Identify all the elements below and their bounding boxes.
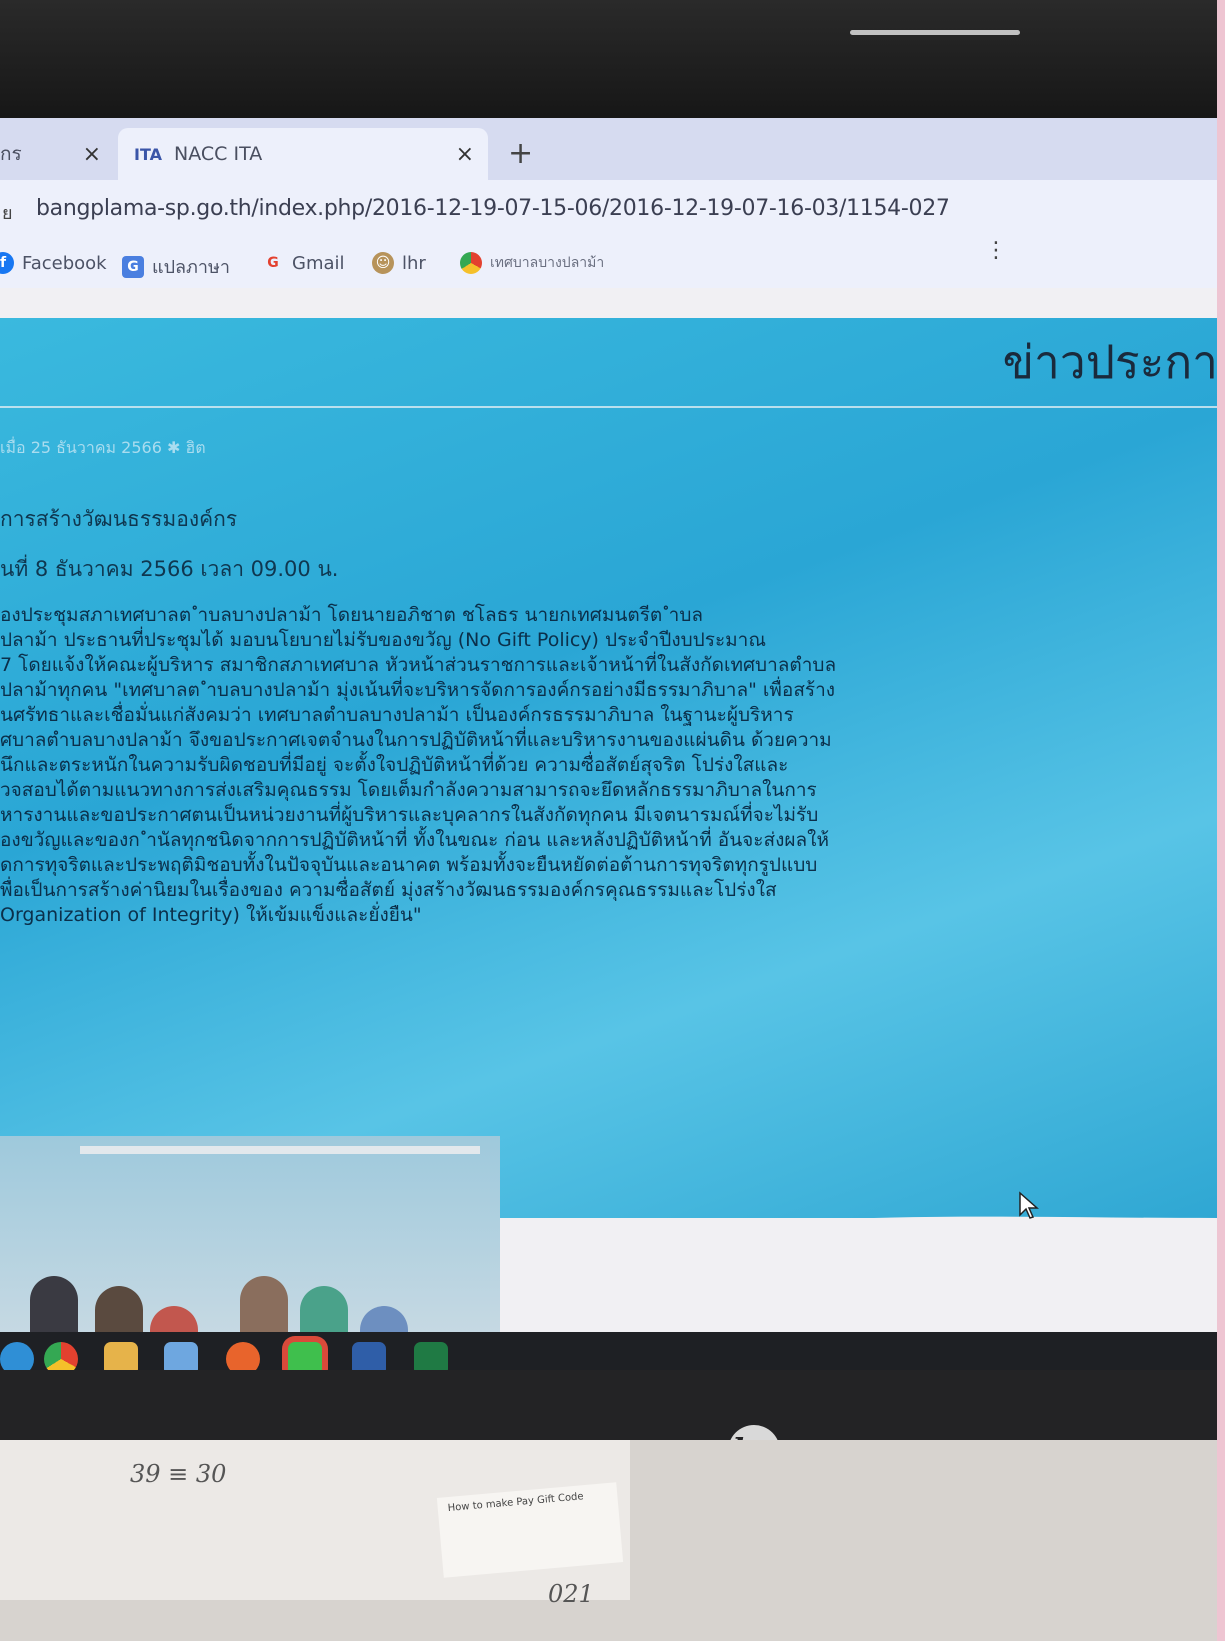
body-line: หารงานและขอประกาศตนเป็นหน่วยงานที่ผู้บริ… bbox=[0, 804, 819, 826]
body-line: ปลาม้าทุกคน "เทศบาลต ำบลบางปลาม้า มุ่งเน… bbox=[0, 679, 836, 701]
body-line: วจสอบได้ตามแนวทางการส่งเสริมคุณธรรม โดยเ… bbox=[0, 779, 817, 801]
tab-nacc-ita[interactable]: ITA NACC ITA × bbox=[118, 128, 488, 180]
tab-bar: กร × ITA NACC ITA × + bbox=[0, 118, 1218, 180]
translate-icon: G bbox=[122, 255, 144, 278]
article-title: การสร้างวัฒนธรรมองค์กร bbox=[0, 507, 238, 531]
browser-window: กร × ITA NACC ITA × + ย bangplama-sp.go.… bbox=[0, 118, 1218, 1353]
meeting-photo bbox=[0, 1136, 500, 1353]
body-line: 7 โดยแจ้งให้คณะผู้บริหาร สมาชิกสภาเทศบาล… bbox=[0, 654, 837, 676]
article-body: องประชุมสภาเทศบาลต ำบลบางปลาม้า โดยนายอภ… bbox=[0, 603, 960, 928]
screen-glare bbox=[850, 30, 1020, 35]
bookmarks-bar: f Facebook G แปลภาษา G Gmail ☺ lhr เทศบา… bbox=[0, 240, 1218, 288]
address-prefix: ย bbox=[2, 203, 13, 224]
mouse-cursor-icon bbox=[1019, 1191, 1039, 1219]
body-line: องประชุมสภาเทศบาลต ำบลบางปลาม้า โดยนายอภ… bbox=[0, 604, 704, 626]
body-line: Organization of Integrity) ให้เข้มแข็งแล… bbox=[0, 904, 422, 926]
article-meta: เมื่อ 25 ธันวาคม 2566 ✱ ฮิต bbox=[0, 438, 206, 457]
photo-ceiling bbox=[80, 1146, 480, 1154]
tab-first[interactable]: กร × bbox=[0, 128, 115, 180]
body-line: พื่อเป็นการสร้างค่านิยมในเรื่องของ ความซ… bbox=[0, 879, 777, 901]
handwritten-note: 39 ≡ 30 bbox=[130, 1460, 227, 1488]
scan-edge bbox=[1217, 0, 1225, 1641]
close-icon[interactable]: × bbox=[456, 142, 474, 167]
divider bbox=[0, 406, 1218, 408]
bookmark-bangplama[interactable]: เทศบาลบางปลาม้า bbox=[460, 252, 604, 274]
desk-card: How to make Pay Gift Code bbox=[436, 1482, 624, 1578]
body-line: ปลาม้า ประธานที่ประชุมได้ มอบนโยบายไม่รั… bbox=[0, 629, 766, 651]
body-line: ัดการทุจริตและประพฤติมิชอบทั้งในปัจจุบัน… bbox=[0, 854, 818, 876]
bookmark-lhr[interactable]: ☺ lhr bbox=[372, 252, 426, 274]
handwritten-page-number: 021 bbox=[548, 1580, 594, 1608]
body-line: องขวัญและของก ำนัลทุกชนิดจากการปฏิบัติหน… bbox=[0, 829, 829, 851]
body-line: ศบาลตำบลบางปลาม้า จึงขอประกาศเจตจำนงในกา… bbox=[0, 729, 832, 751]
bookmark-label: Gmail bbox=[292, 252, 345, 274]
google-icon: G bbox=[267, 255, 279, 271]
address-bar[interactable]: ย bangplama-sp.go.th/index.php/2016-12-1… bbox=[0, 180, 1218, 240]
close-icon[interactable]: × bbox=[83, 142, 101, 167]
ita-icon: ITA bbox=[134, 144, 163, 164]
new-tab-button[interactable]: + bbox=[508, 136, 533, 171]
website-content: ข่าวประกา เมื่อ 25 ธันวาคม 2566 ✱ ฮิต กา… bbox=[0, 288, 1218, 1328]
monitor-top-bezel bbox=[0, 0, 1225, 128]
body-line: นศรัทธาและเชื่อมั่นแก่สังคมว่า เทศบาลตำบ… bbox=[0, 704, 794, 726]
bookmark-facebook[interactable]: f Facebook bbox=[0, 252, 107, 274]
facebook-icon: f bbox=[0, 252, 14, 274]
article-date: นที่ 8 ธันวาคม 2566 เวลา 09.00 น. bbox=[0, 557, 339, 581]
bookmark-label: Facebook bbox=[22, 252, 107, 274]
url-text[interactable]: bangplama-sp.go.th/index.php/2016-12-19-… bbox=[36, 196, 950, 221]
bookmark-translate[interactable]: G แปลภาษา bbox=[122, 252, 230, 281]
bookmark-gmail[interactable]: G Gmail bbox=[262, 252, 345, 274]
tab-label: กร bbox=[0, 143, 22, 165]
body-line: นึกและตระหนักในความรับผิดชอบที่มีอยู่ จะ… bbox=[0, 754, 789, 776]
bookmark-label: lhr bbox=[402, 252, 426, 274]
chrome-icon bbox=[460, 252, 482, 274]
site-title: ข่าวประกา bbox=[1002, 335, 1218, 389]
tab-label: NACC ITA bbox=[174, 143, 263, 165]
more-menu-icon[interactable]: ⋮ bbox=[985, 238, 1007, 263]
bookmark-label: แปลภาษา bbox=[152, 257, 231, 278]
avatar-icon: ☺ bbox=[372, 252, 394, 274]
bookmark-label: เทศบาลบางปลาม้า bbox=[490, 255, 605, 271]
